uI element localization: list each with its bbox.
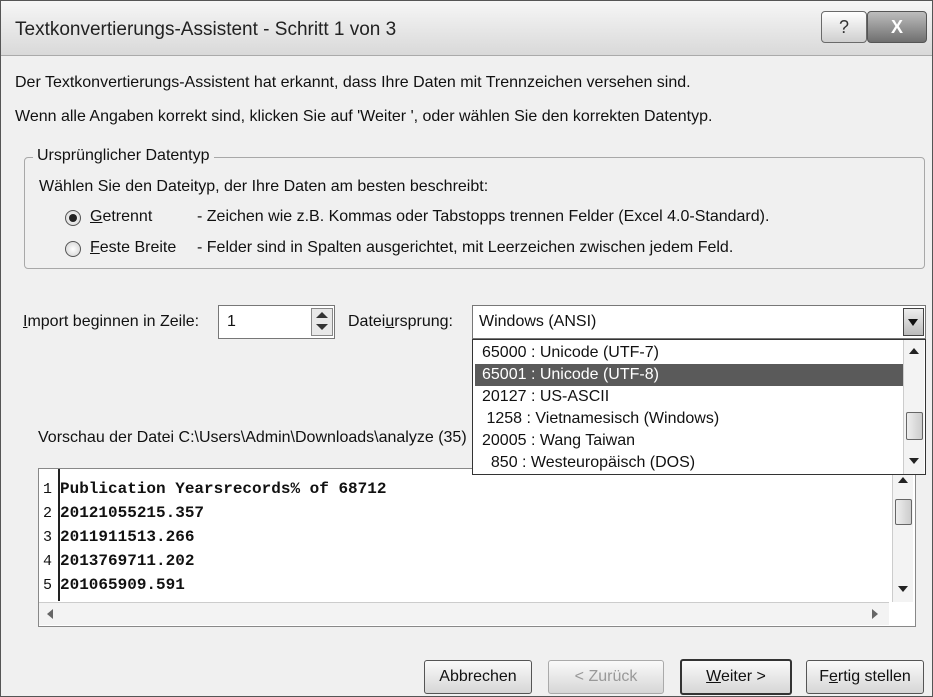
dropdown-option[interactable]: 1258 : Vietnamesisch (Windows): [475, 408, 906, 430]
radio-getrennt-label[interactable]: Getrennt: [90, 208, 152, 226]
datatype-prompt: Wählen Sie den Dateityp, der Ihre Daten …: [39, 178, 489, 195]
scroll-left-icon[interactable]: [47, 609, 53, 619]
dialog-title: Textkonvertierungs-Assistent - Schritt 1…: [15, 19, 397, 40]
import-row-value[interactable]: 1: [227, 313, 236, 331]
intro-text-2: Wenn alle Angaben korrekt sind, klicken …: [15, 108, 713, 125]
file-origin-label: Dateiursprung:: [348, 313, 453, 330]
file-origin-value[interactable]: Windows (ANSI): [479, 313, 596, 331]
radio-feste-breite[interactable]: [65, 241, 81, 257]
back-button[interactable]: < Zurück: [548, 660, 664, 694]
import-row-label: Import beginnen in Zeile:: [23, 313, 200, 330]
help-button[interactable]: ?: [821, 11, 867, 43]
radio-feste-breite-description: - Felder sind in Spalten ausgerichtet, m…: [197, 239, 734, 256]
title-bar: Textkonvertierungs-Assistent - Schritt 1…: [1, 1, 932, 56]
spinner-up-icon[interactable]: [316, 312, 328, 318]
radio-feste-breite-label[interactable]: Feste Breite: [90, 239, 176, 257]
preview-row: 2011911513.266: [60, 528, 195, 546]
radio-getrennt[interactable]: [65, 210, 81, 226]
dropdown-option-selected[interactable]: 65001 : Unicode (UTF-8): [475, 364, 906, 386]
scroll-up-icon[interactable]: [909, 348, 919, 354]
preview-row: Publication Yearsrecords% of 68712: [60, 480, 387, 498]
dropdown-scrollbar[interactable]: [903, 340, 924, 474]
scroll-thumb[interactable]: [906, 412, 923, 440]
spinner-buttons[interactable]: [311, 308, 333, 336]
preview-horizontal-scrollbar[interactable]: [39, 602, 889, 625]
import-row-spinner[interactable]: 1: [218, 305, 335, 339]
row-number: 3: [42, 529, 52, 546]
dropdown-option[interactable]: 20005 : Wang Taiwan: [475, 430, 906, 452]
finish-button[interactable]: Fertig stellen: [806, 660, 924, 694]
dropdown-option[interactable]: 65000 : Unicode (UTF-7): [475, 342, 906, 364]
row-number: 5: [42, 577, 52, 594]
file-origin-dropdown[interactable]: 65000 : Unicode (UTF-7) 65001 : Unicode …: [472, 339, 926, 475]
preview-row: 20121055215.357: [60, 504, 205, 522]
row-number: 4: [42, 553, 52, 570]
radio-getrennt-description: - Zeichen wie z.B. Kommas oder Tabstopps…: [197, 208, 770, 225]
close-button[interactable]: X: [867, 11, 927, 43]
dropdown-option[interactable]: 20127 : US-ASCII: [475, 386, 906, 408]
wizard-dialog: Textkonvertierungs-Assistent - Schritt 1…: [0, 0, 933, 697]
intro-text-1: Der Textkonvertierungs-Assistent hat erk…: [15, 74, 691, 91]
row-number: 2: [42, 505, 52, 522]
dropdown-option[interactable]: 850 : Westeuropäisch (DOS): [475, 452, 906, 474]
scroll-down-icon[interactable]: [898, 586, 908, 592]
preview-row: 201065909.591: [60, 576, 185, 594]
scroll-down-icon[interactable]: [909, 458, 919, 464]
file-origin-select[interactable]: Windows (ANSI): [472, 305, 926, 339]
cancel-button[interactable]: Abbrechen: [424, 660, 532, 694]
chevron-down-icon[interactable]: [903, 308, 924, 336]
preview-label: Vorschau der Datei C:\Users\Admin\Downlo…: [38, 429, 467, 446]
scroll-thumb[interactable]: [895, 499, 912, 525]
row-number: 1: [42, 481, 52, 498]
spinner-down-icon[interactable]: [316, 324, 328, 330]
file-preview[interactable]: 1 Publication Yearsrecords% of 68712 2 2…: [38, 468, 916, 627]
datatype-legend: Ursprünglicher Datentyp: [33, 147, 214, 165]
scroll-right-icon[interactable]: [872, 609, 878, 619]
preview-vertical-scrollbar[interactable]: [892, 469, 913, 602]
scroll-up-icon[interactable]: [898, 477, 908, 483]
preview-row: 2013769711.202: [60, 552, 195, 570]
next-button[interactable]: Weiter >: [680, 659, 792, 695]
